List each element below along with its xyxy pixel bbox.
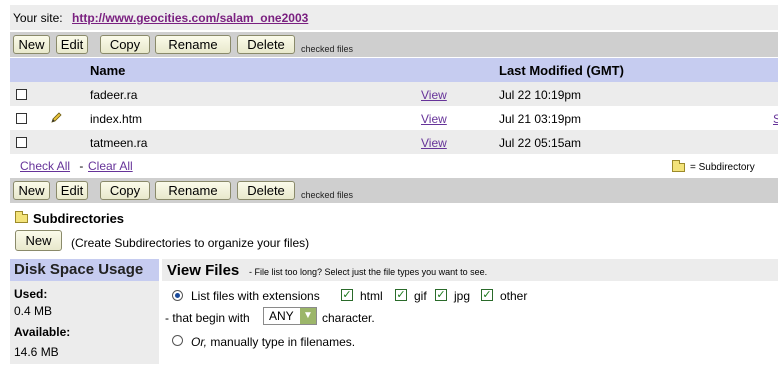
rename-button[interactable]: Rename bbox=[155, 35, 231, 54]
view-files-title: View Files bbox=[167, 262, 240, 279]
modified-date: Jul 21 03:19pm bbox=[499, 112, 582, 126]
edit-button[interactable]: Edit bbox=[56, 181, 88, 200]
column-modified-header: Last Modified (GMT) bbox=[499, 63, 624, 78]
site-label: Your site: bbox=[13, 11, 63, 25]
checked-files-note: checked files bbox=[301, 190, 354, 200]
subdirectories-hint: (Create Subdirectories to organize your … bbox=[71, 236, 310, 250]
file-name: index.htm bbox=[90, 112, 143, 126]
edit-button[interactable]: Edit bbox=[56, 35, 88, 54]
disk-usage-title: Disk Space Usage bbox=[10, 259, 159, 281]
manual-option-or: Or, bbox=[191, 335, 208, 349]
pencil-edit-icon[interactable] bbox=[50, 111, 63, 124]
subdirectories-title: Subdirectories bbox=[33, 211, 125, 226]
selection-separator: - bbox=[76, 159, 87, 173]
truncated-link[interactable]: S bbox=[773, 112, 778, 126]
file-name: fadeer.ra bbox=[90, 88, 138, 102]
clear-all-link[interactable]: Clear All bbox=[88, 159, 133, 173]
delete-button[interactable]: Delete bbox=[237, 35, 295, 54]
modified-date: Jul 22 05:15am bbox=[499, 136, 582, 150]
site-url-link[interactable]: http://www.geocities.com/salam_one2003 bbox=[72, 11, 308, 25]
gif-label: gif bbox=[414, 289, 427, 303]
row-checkbox[interactable] bbox=[16, 89, 27, 100]
column-name-header: Name bbox=[90, 63, 126, 78]
html-label: html bbox=[360, 289, 383, 303]
folder-icon bbox=[15, 211, 28, 223]
file-name: tatmeen.ra bbox=[90, 136, 148, 150]
check-all-link[interactable]: Check All bbox=[20, 159, 70, 173]
jpg-checkbox[interactable]: ✓ bbox=[435, 289, 447, 301]
row-checkbox[interactable] bbox=[16, 137, 27, 148]
top-toolbar: New Edit Copy Rename Delete checked file… bbox=[10, 32, 778, 57]
gif-checkbox[interactable]: ✓ bbox=[395, 289, 407, 301]
chevron-down-icon: ▼ bbox=[300, 308, 316, 324]
modified-date: Jul 22 10:19pm bbox=[499, 88, 582, 102]
subdirectory-legend: = Subdirectory bbox=[690, 162, 755, 173]
manual-option-label: Or, manually type in filenames. bbox=[191, 335, 355, 349]
view-files-hint: - File list too long? Select just the fi… bbox=[249, 267, 488, 277]
view-link[interactable]: View bbox=[421, 112, 447, 126]
copy-button[interactable]: Copy bbox=[100, 181, 150, 200]
available-label: Available: bbox=[14, 325, 71, 339]
available-value: 14.6 MB bbox=[14, 345, 59, 359]
other-label: other bbox=[500, 289, 528, 303]
extensions-radio[interactable] bbox=[172, 290, 183, 301]
extensions-option-label: List files with extensions bbox=[191, 289, 320, 303]
begin-character-select[interactable]: ANY ▼ bbox=[263, 307, 317, 325]
delete-button[interactable]: Delete bbox=[237, 181, 295, 200]
jpg-label: jpg bbox=[454, 289, 471, 303]
bottom-toolbar: New Edit Copy Rename Delete checked file… bbox=[10, 178, 778, 203]
begin-with-suffix: character. bbox=[322, 311, 375, 325]
manual-filenames-radio[interactable] bbox=[172, 335, 183, 346]
new-file-button[interactable]: New bbox=[13, 35, 50, 54]
new-file-button[interactable]: New bbox=[13, 181, 50, 200]
begin-character-value: ANY bbox=[269, 309, 294, 323]
rename-button[interactable]: Rename bbox=[155, 181, 231, 200]
html-checkbox[interactable]: ✓ bbox=[341, 289, 353, 301]
folder-icon bbox=[672, 160, 685, 172]
new-subdirectory-button[interactable]: New bbox=[15, 230, 62, 251]
copy-button[interactable]: Copy bbox=[100, 35, 150, 54]
manual-option-text: manually type in filenames. bbox=[207, 335, 356, 349]
begin-with-prefix: - that begin with bbox=[165, 311, 250, 325]
checked-files-note: checked files bbox=[301, 44, 354, 54]
used-label: Used: bbox=[14, 287, 48, 301]
view-link[interactable]: View bbox=[421, 136, 447, 150]
other-checkbox[interactable]: ✓ bbox=[481, 289, 493, 301]
row-checkbox[interactable] bbox=[16, 113, 27, 124]
view-link[interactable]: View bbox=[421, 88, 447, 102]
used-value: 0.4 MB bbox=[14, 304, 53, 318]
